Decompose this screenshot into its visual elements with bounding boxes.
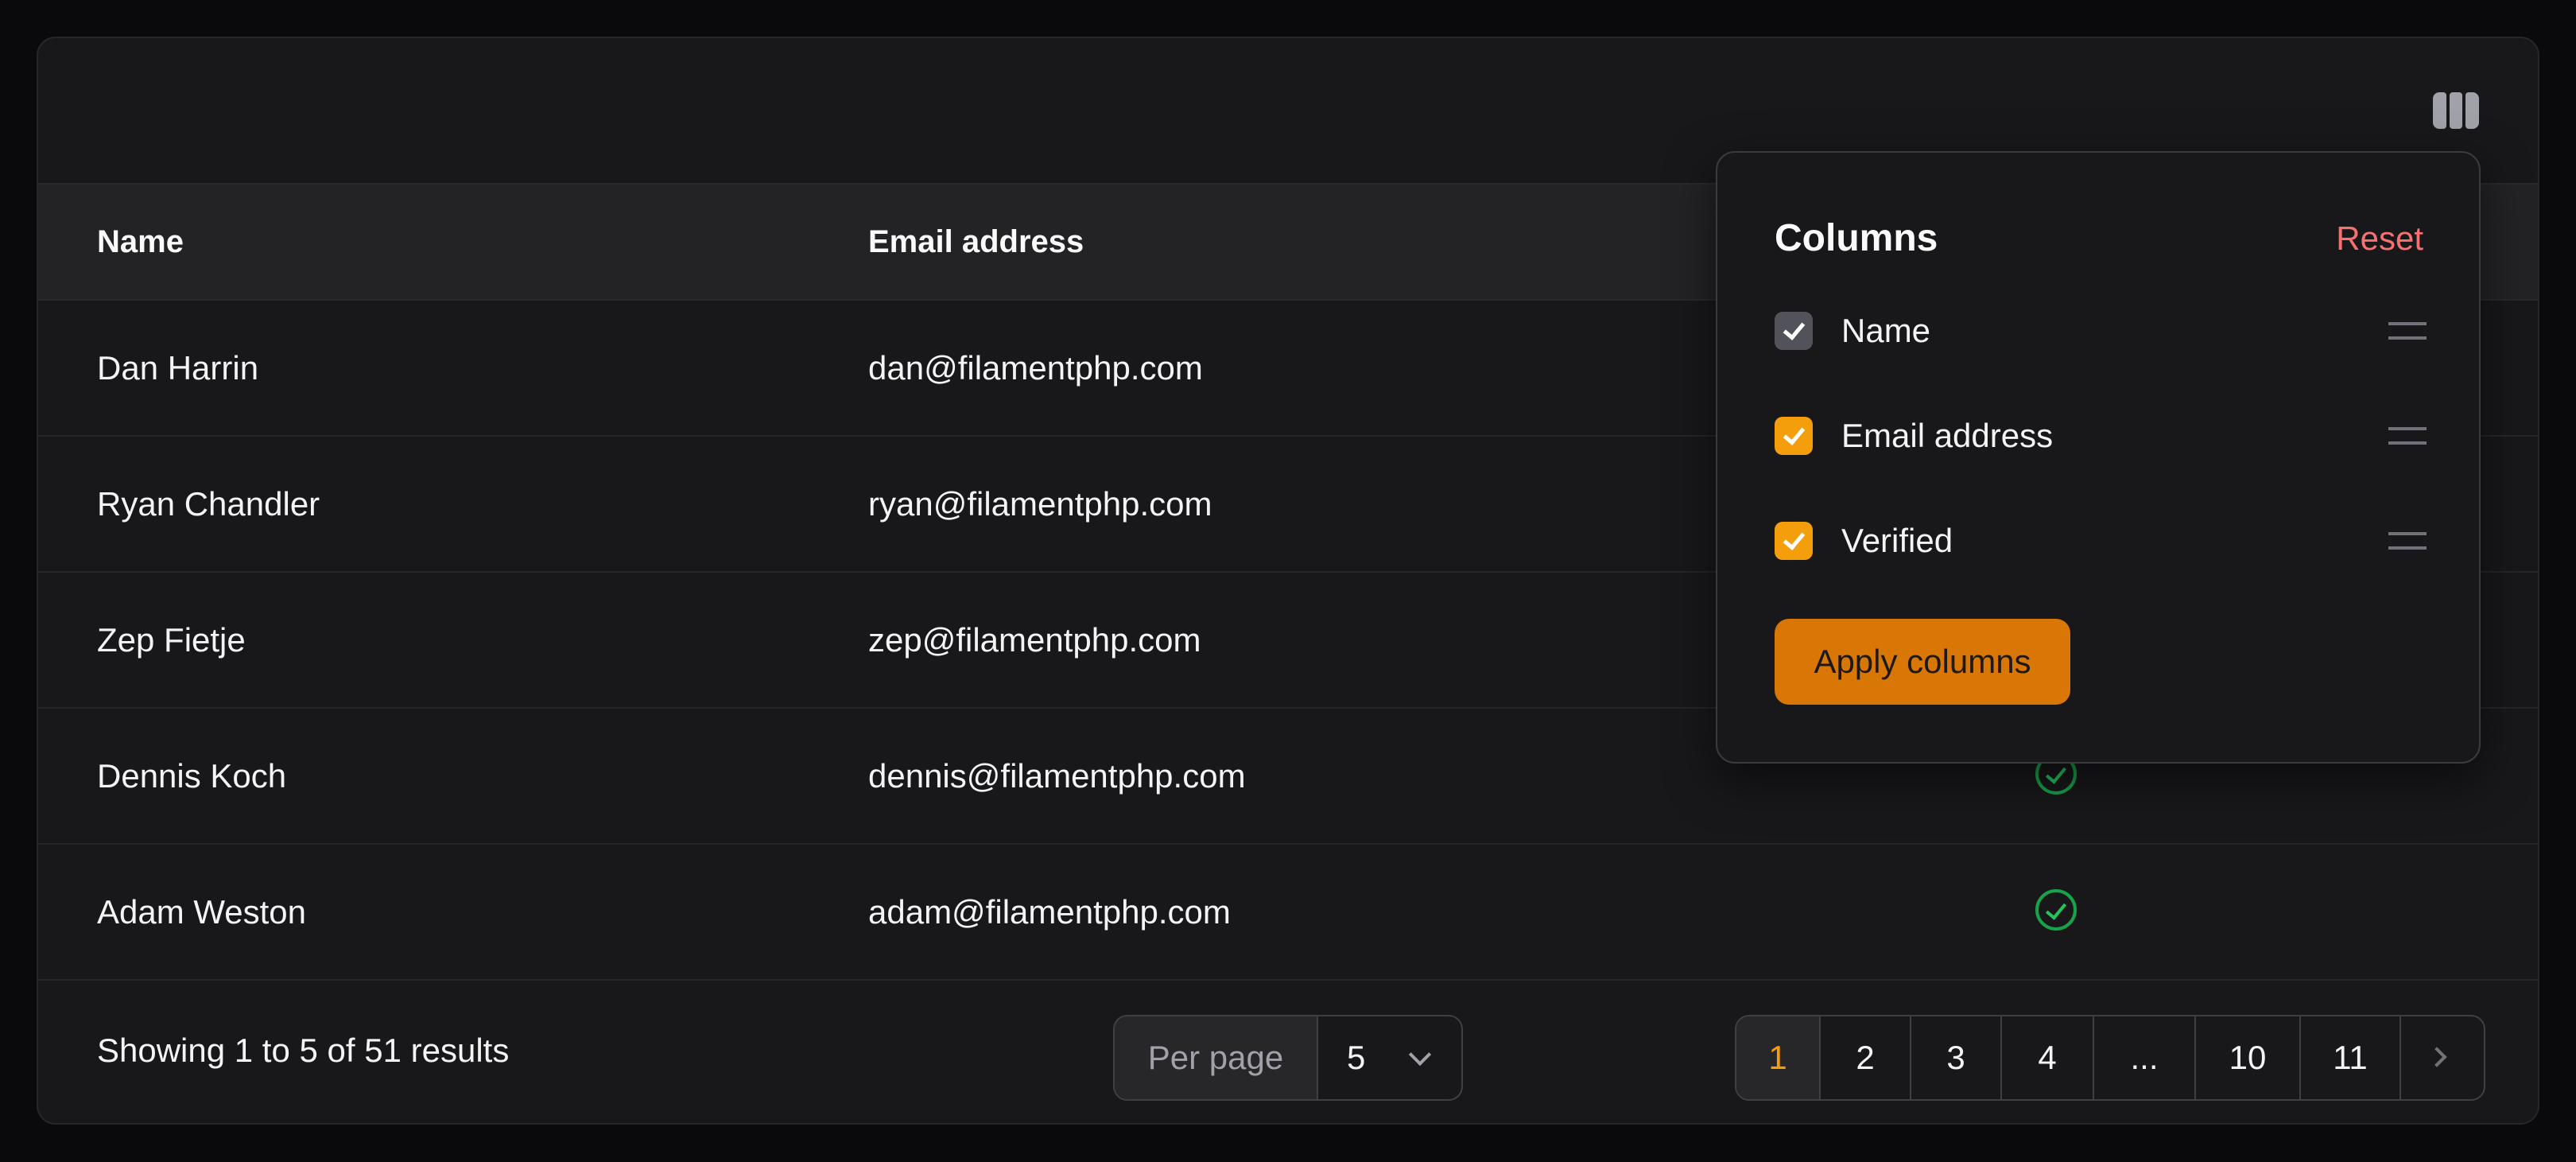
reset-button[interactable]: Reset <box>2336 220 2423 258</box>
page-button-4[interactable]: 4 <box>2002 1016 2094 1099</box>
table-footer: Showing 1 to 5 of 51 results Per page 5 … <box>38 980 2538 1123</box>
column-option-verified[interactable]: Verified <box>1775 517 2427 565</box>
drag-handle-icon[interactable] <box>2388 427 2427 445</box>
page-button-11[interactable]: 11 <box>2301 1016 2401 1099</box>
column-option-label: Name <box>1841 312 1931 349</box>
column-toggle-button[interactable] <box>2433 92 2480 129</box>
dropdown-title: Columns <box>1775 217 1938 259</box>
cell-email: adam@filamentphp.com <box>868 893 1231 931</box>
chevron-down-icon <box>1408 1043 1432 1067</box>
checkbox[interactable] <box>1775 417 1813 455</box>
page-button-2[interactable]: 2 <box>1821 1016 1911 1099</box>
table-row[interactable]: Adam Weston adam@filamentphp.com <box>38 845 2538 981</box>
cell-name: Dennis Koch <box>97 757 287 795</box>
checkbox[interactable] <box>1775 312 1813 350</box>
cell-name: Dan Harrin <box>97 349 259 387</box>
cell-email: zep@filamentphp.com <box>868 621 1201 659</box>
cell-name: Zep Fietje <box>97 621 246 659</box>
page-ellipsis: ... <box>2094 1016 2196 1099</box>
drag-handle-icon[interactable] <box>2388 322 2427 340</box>
per-page-label: Per page <box>1115 1016 1318 1099</box>
column-header-name[interactable]: Name <box>97 185 184 299</box>
pagination: 1 2 3 4 ... 10 11 <box>1735 1015 2485 1101</box>
chevron-right-icon <box>2427 1047 2447 1067</box>
cell-name: Adam Weston <box>97 893 307 931</box>
column-option-label: Email address <box>1841 417 2054 454</box>
results-summary: Showing 1 to 5 of 51 results <box>97 1032 510 1069</box>
next-page-button[interactable] <box>2401 1016 2484 1099</box>
checkbox[interactable] <box>1775 522 1813 560</box>
per-page-value: 5 <box>1347 1039 1366 1076</box>
page-button-1[interactable]: 1 <box>1736 1016 1821 1099</box>
cell-email: dennis@filamentphp.com <box>868 757 1246 795</box>
page-button-10[interactable]: 10 <box>2196 1016 2301 1099</box>
cell-name: Ryan Chandler <box>97 485 320 523</box>
cell-email: ryan@filamentphp.com <box>868 485 1212 523</box>
per-page-select[interactable]: 5 <box>1318 1016 1461 1099</box>
per-page-control: Per page 5 <box>1113 1015 1463 1101</box>
apply-columns-button[interactable]: Apply columns <box>1775 619 2070 705</box>
page-button-3[interactable]: 3 <box>1911 1016 2002 1099</box>
cell-email: dan@filamentphp.com <box>868 349 1203 387</box>
check-circle-icon <box>2035 889 2077 931</box>
column-header-email[interactable]: Email address <box>868 185 1084 299</box>
column-option-label: Verified <box>1841 522 1953 559</box>
columns-dropdown: Columns Reset Name Email address Verifie… <box>1716 151 2481 764</box>
drag-handle-icon[interactable] <box>2388 532 2427 550</box>
column-option-name[interactable]: Name <box>1775 307 2427 355</box>
view-columns-icon <box>2433 92 2446 129</box>
column-option-email[interactable]: Email address <box>1775 412 2427 460</box>
